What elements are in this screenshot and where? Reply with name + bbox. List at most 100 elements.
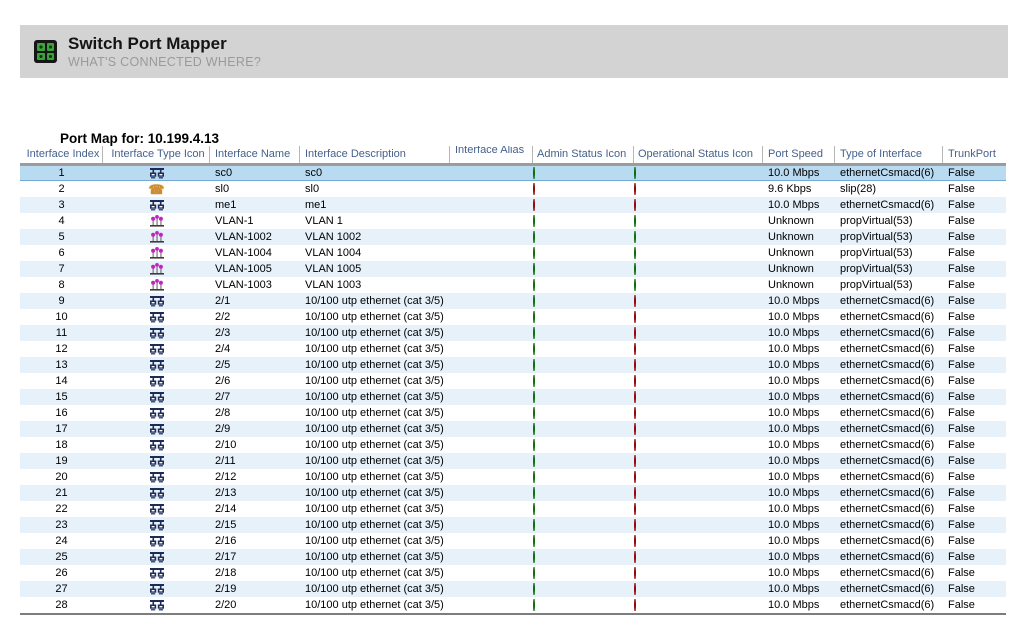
interface-type-icon-cell (103, 470, 210, 484)
admin-status-cell (533, 439, 634, 451)
operational-status-icon (634, 199, 636, 211)
column-header-admin-status-icon[interactable]: Admin Status Icon (533, 146, 634, 163)
admin-status-cell (533, 247, 634, 259)
column-header-trunkport[interactable]: TrunkPort (943, 146, 1006, 163)
admin-status-icon (533, 519, 535, 531)
type-of-interface-cell: ethernetCsmacd(6) (835, 167, 943, 179)
modem-icon: ☎ (148, 182, 164, 196)
trunkport-cell: False (943, 263, 1006, 275)
table-row[interactable]: 28 2/20 10/100 utp ethernet (cat 3/5) 10… (20, 597, 1006, 613)
operational-status-icon (634, 167, 636, 179)
interface-description-cell: 10/100 utp ethernet (cat 3/5) (300, 471, 450, 483)
port-speed-cell: Unknown (763, 231, 835, 243)
interface-index-cell: 10 (20, 311, 103, 323)
type-of-interface-cell: ethernetCsmacd(6) (835, 535, 943, 547)
app-header-bar: Switch Port Mapper WHAT'S CONNECTED WHER… (20, 25, 1008, 78)
operational-status-icon (634, 327, 636, 339)
table-row[interactable]: 24 2/16 10/100 utp ethernet (cat 3/5) 10… (20, 533, 1006, 549)
trunkport-cell: False (943, 215, 1006, 227)
table-row[interactable]: 26 2/18 10/100 utp ethernet (cat 3/5) 10… (20, 565, 1006, 581)
type-of-interface-cell: ethernetCsmacd(6) (835, 503, 943, 515)
operational-status-icon (634, 391, 636, 403)
table-row[interactable]: 8 VLAN-1003 VLAN 1003 Unknown propVirtua… (20, 277, 1006, 293)
table-row[interactable]: 20 2/12 10/100 utp ethernet (cat 3/5) 10… (20, 469, 1006, 485)
table-row[interactable]: 2 ☎ sl0 sl0 9.6 Kbps slip(28) False (20, 181, 1006, 197)
table-row[interactable]: 1 sc0 sc0 10.0 Mbps ethernetCsmacd(6) Fa… (20, 165, 1006, 181)
table-row[interactable]: 16 2/8 10/100 utp ethernet (cat 3/5) 10.… (20, 405, 1006, 421)
interface-type-icon-cell (103, 454, 210, 468)
interface-type-icon-cell (103, 486, 210, 500)
interface-name-cell: 2/16 (210, 535, 300, 547)
table-row[interactable]: 19 2/11 10/100 utp ethernet (cat 3/5) 10… (20, 453, 1006, 469)
operational-status-cell (634, 551, 763, 563)
type-of-interface-cell: ethernetCsmacd(6) (835, 567, 943, 579)
admin-status-icon (533, 423, 535, 435)
interface-index-cell: 18 (20, 439, 103, 451)
admin-status-cell (533, 359, 634, 371)
table-row[interactable]: 18 2/10 10/100 utp ethernet (cat 3/5) 10… (20, 437, 1006, 453)
admin-status-icon (533, 535, 535, 547)
table-row[interactable]: 14 2/6 10/100 utp ethernet (cat 3/5) 10.… (20, 373, 1006, 389)
interface-index-cell: 9 (20, 295, 103, 307)
grid-square-icon (37, 53, 45, 61)
column-header-interface-description[interactable]: Interface Description (300, 146, 450, 163)
operational-status-cell (634, 311, 763, 323)
admin-status-cell (533, 567, 634, 579)
admin-status-cell (533, 583, 634, 595)
column-header-interface-index[interactable]: Interface Index (20, 146, 103, 163)
interface-name-cell: sc0 (210, 167, 300, 179)
interface-description-cell: 10/100 utp ethernet (cat 3/5) (300, 311, 450, 323)
table-row[interactable]: 3 me1 me1 10.0 Mbps ethernetCsmacd(6) Fa… (20, 197, 1006, 213)
operational-status-cell (634, 599, 763, 611)
operational-status-cell (634, 407, 763, 419)
table-row[interactable]: 27 2/19 10/100 utp ethernet (cat 3/5) 10… (20, 581, 1006, 597)
trunkport-cell: False (943, 199, 1006, 211)
trunkport-cell: False (943, 183, 1006, 195)
interface-description-cell: 10/100 utp ethernet (cat 3/5) (300, 599, 450, 611)
column-header-operational-status-icon[interactable]: Operational Status Icon (634, 146, 763, 163)
table-row[interactable]: 5 VLAN-1002 VLAN 1002 Unknown propVirtua… (20, 229, 1006, 245)
table-row[interactable]: 10 2/2 10/100 utp ethernet (cat 3/5) 10.… (20, 309, 1006, 325)
interface-type-icon-cell: ☎ (103, 182, 210, 196)
type-of-interface-cell: ethernetCsmacd(6) (835, 583, 943, 595)
operational-status-icon (634, 295, 636, 307)
column-header-interface-type-icon[interactable]: Interface Type Icon (103, 146, 210, 163)
ethernet-interface-icon (149, 310, 165, 324)
trunkport-cell: False (943, 327, 1006, 339)
trunkport-cell: False (943, 343, 1006, 355)
type-of-interface-cell: propVirtual(53) (835, 279, 943, 291)
type-of-interface-cell: ethernetCsmacd(6) (835, 327, 943, 339)
admin-status-icon (533, 263, 535, 275)
table-row[interactable]: 22 2/14 10/100 utp ethernet (cat 3/5) 10… (20, 501, 1006, 517)
interface-name-cell: 2/4 (210, 343, 300, 355)
type-of-interface-cell: ethernetCsmacd(6) (835, 455, 943, 467)
table-row[interactable]: 23 2/15 10/100 utp ethernet (cat 3/5) 10… (20, 517, 1006, 533)
table-row[interactable]: 4 VLAN-1 VLAN 1 Unknown propVirtual(53) … (20, 213, 1006, 229)
operational-status-cell (634, 487, 763, 499)
table-row[interactable]: 15 2/7 10/100 utp ethernet (cat 3/5) 10.… (20, 389, 1006, 405)
table-row[interactable]: 11 2/3 10/100 utp ethernet (cat 3/5) 10.… (20, 325, 1006, 341)
column-header-interface-alias[interactable]: Interface Alias (450, 146, 533, 163)
column-header-port-speed[interactable]: Port Speed (763, 146, 835, 163)
table-row[interactable]: 7 VLAN-1005 VLAN 1005 Unknown propVirtua… (20, 261, 1006, 277)
table-row[interactable]: 6 VLAN-1004 VLAN 1004 Unknown propVirtua… (20, 245, 1006, 261)
table-row[interactable]: 21 2/13 10/100 utp ethernet (cat 3/5) 10… (20, 485, 1006, 501)
page-title: Switch Port Mapper (68, 34, 261, 54)
column-header-type-of-interface[interactable]: Type of Interface (835, 146, 943, 163)
column-header-interface-name[interactable]: Interface Name (210, 146, 300, 163)
table-row[interactable]: 9 2/1 10/100 utp ethernet (cat 3/5) 10.0… (20, 293, 1006, 309)
table-row[interactable]: 25 2/17 10/100 utp ethernet (cat 3/5) 10… (20, 549, 1006, 565)
interface-index-cell: 21 (20, 487, 103, 499)
interface-type-icon-cell (103, 342, 210, 356)
type-of-interface-cell: slip(28) (835, 183, 943, 195)
admin-status-cell (533, 503, 634, 515)
trunkport-cell: False (943, 599, 1006, 611)
table-row[interactable]: 12 2/4 10/100 utp ethernet (cat 3/5) 10.… (20, 341, 1006, 357)
interface-description-cell: 10/100 utp ethernet (cat 3/5) (300, 455, 450, 467)
admin-status-icon (533, 455, 535, 467)
table-row[interactable]: 17 2/9 10/100 utp ethernet (cat 3/5) 10.… (20, 421, 1006, 437)
table-row[interactable]: 13 2/5 10/100 utp ethernet (cat 3/5) 10.… (20, 357, 1006, 373)
operational-status-cell (634, 167, 763, 179)
operational-status-cell (634, 327, 763, 339)
trunkport-cell: False (943, 391, 1006, 403)
